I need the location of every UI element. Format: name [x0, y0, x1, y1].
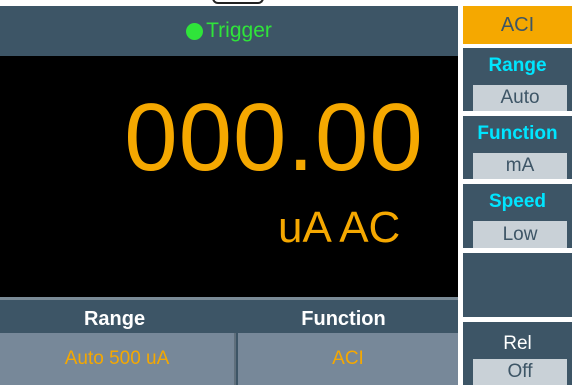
function-info-value: ACI — [238, 333, 458, 385]
range-info-label: Range — [83, 308, 146, 330]
range-info-value: Auto 500 uA — [0, 333, 236, 385]
rel-softkey-title: Rel — [503, 333, 532, 354]
trigger-status-text: Trigger — [206, 19, 272, 42]
function-softkey-title: Function — [477, 123, 558, 144]
mode-softkey-aci[interactable]: ACI — [463, 6, 572, 44]
status-bar: Trigger — [0, 6, 458, 56]
range-softkey-title: Range — [488, 55, 547, 76]
reading-value: 000.00 — [124, 84, 424, 191]
speed-softkey[interactable]: Speed Low — [463, 184, 572, 248]
reading-unit: uA AC — [278, 203, 401, 252]
function-softkey[interactable]: Function mA — [463, 116, 572, 179]
range-softkey-value: Auto — [473, 85, 567, 111]
function-info-label: Function — [301, 308, 386, 330]
trigger-status-dot-icon — [186, 23, 204, 40]
function-softkey-value: mA — [473, 153, 567, 179]
speed-softkey-title: Speed — [488, 191, 547, 212]
speed-softkey-value: Low — [473, 221, 567, 248]
range-softkey[interactable]: Range Auto — [463, 48, 572, 111]
rel-softkey-value: Off — [473, 359, 567, 385]
top-tab-outline — [212, 0, 264, 4]
empty-softkey[interactable] — [463, 253, 572, 317]
rel-softkey[interactable]: Rel Off — [463, 322, 572, 385]
